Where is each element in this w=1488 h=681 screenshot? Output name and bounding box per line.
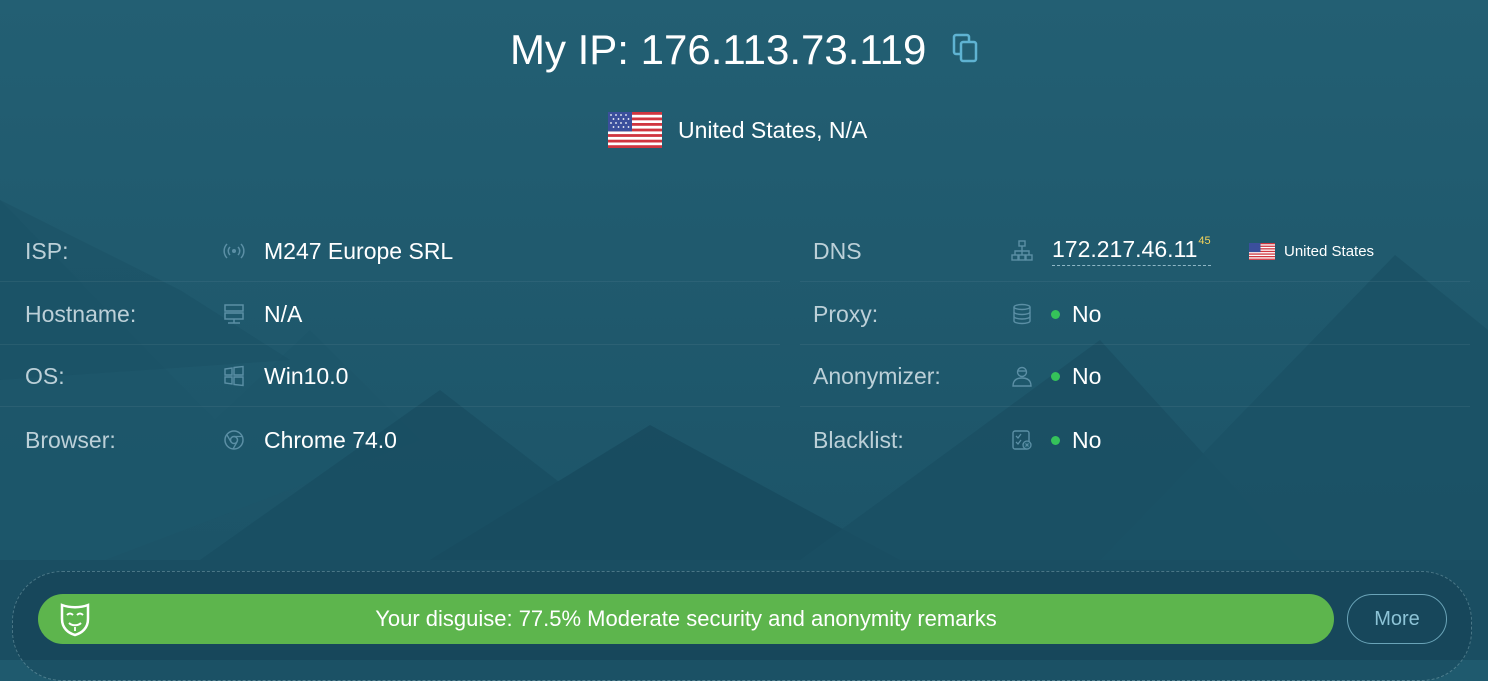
disguise-text: Your disguise: 77.5% Moderate security a…	[375, 606, 997, 631]
isp-label: ISP:	[25, 237, 69, 264]
ip-value: 176.113.73.119	[640, 26, 927, 73]
os-value: Win10.0	[264, 362, 349, 389]
isp-value: M247 Europe SRL	[264, 237, 454, 264]
ip-label: My IP:	[509, 26, 629, 73]
more-button[interactable]: More	[1347, 594, 1447, 644]
server-icon	[224, 304, 244, 324]
blacklist-value: No	[1072, 426, 1102, 453]
proxy-label: Proxy:	[813, 300, 879, 327]
hostname-value: N/A	[264, 300, 303, 327]
mask-icon	[60, 603, 90, 637]
windows-icon	[224, 365, 244, 387]
user-icon	[1012, 366, 1032, 387]
hostname-row: Hostname: N/A	[0, 283, 780, 345]
checklist-icon	[1012, 430, 1032, 450]
anonymizer-value: No	[1072, 362, 1102, 389]
os-label: OS:	[25, 362, 65, 389]
dns-ip-link[interactable]: 172.217.46.1145	[1052, 235, 1211, 266]
dns-count-badge: 45	[1198, 235, 1211, 248]
hostname-label: Hostname:	[25, 300, 137, 327]
dns-country: United States	[1284, 242, 1375, 260]
anonymizer-label: Anonymizer:	[813, 362, 941, 389]
my-ip-heading: My IP: 176.113.73.119	[0, 26, 1488, 74]
database-icon	[1013, 303, 1031, 325]
dns-ip-value: 172.217.46.11	[1052, 236, 1198, 262]
anonymizer-row: Anonymizer: No	[800, 345, 1470, 407]
browser-row: Browser: Chrome 74.0	[0, 409, 780, 471]
blacklist-row: Blacklist: No	[800, 409, 1470, 471]
browser-label: Browser:	[25, 426, 116, 453]
network-icon	[1011, 240, 1033, 261]
proxy-value: No	[1072, 300, 1102, 327]
copy-icon[interactable]	[952, 25, 978, 73]
disguise-bar: Your disguise: 77.5% Moderate security a…	[38, 594, 1334, 644]
isp-row: ISP: M247 Europe SRL	[0, 220, 780, 282]
proxy-row: Proxy: No	[800, 283, 1470, 345]
os-row: OS: Win10.0	[0, 345, 780, 407]
location-text: United States, N/A	[678, 116, 868, 143]
us-flag-icon	[608, 112, 662, 148]
status-dot	[1051, 309, 1060, 319]
chrome-icon	[224, 430, 244, 450]
browser-value: Chrome 74.0	[264, 426, 397, 453]
status-dot	[1051, 371, 1060, 381]
signal-icon	[223, 243, 245, 259]
us-flag-icon	[1249, 242, 1275, 260]
dns-label: DNS	[813, 237, 862, 264]
location: United States, N/A	[608, 112, 867, 148]
status-dot	[1051, 435, 1060, 445]
dns-row: DNS 172.217.46.1145 United States	[800, 220, 1470, 282]
blacklist-label: Blacklist:	[813, 426, 904, 453]
